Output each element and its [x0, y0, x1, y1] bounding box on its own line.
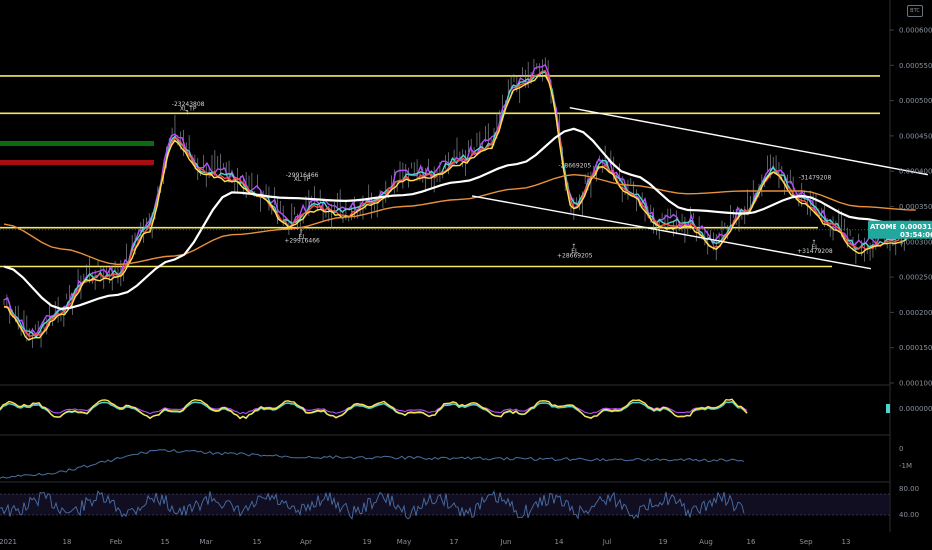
axes: 0.000600 0.000550 0.000500 0.000450 0.000400… — [0, 27, 932, 546]
signal-arrow-icon: ↑ — [185, 110, 190, 117]
x-tick-label: Mar — [199, 538, 212, 546]
x-tick-label: 16 — [747, 538, 756, 546]
x-tick-label: Jul — [602, 538, 612, 546]
signal-arrow-icon: ↑ — [299, 228, 304, 235]
ma-orange-line — [3, 173, 916, 266]
price-tag-price: 0.000317 — [900, 223, 932, 231]
x-tick-label: May — [397, 538, 411, 546]
y-tick-label: 0.000250 — [899, 274, 932, 282]
x-tick-label: 14 — [555, 538, 564, 546]
x-tick-label: 18 — [63, 538, 72, 546]
signal-arrow-icon: ↑ — [811, 239, 816, 246]
indicator-panel: 0 -1M — [0, 445, 912, 479]
price-tag-countdown: 03:54:06 — [900, 231, 932, 239]
trade-annotation: -31479208 — [799, 175, 832, 182]
y-tick-label: 0.000450 — [899, 132, 932, 140]
rsi-panel: 80.00 40.00 — [0, 485, 919, 520]
y-tick-label: 0.000150 — [899, 344, 932, 352]
x-tick-label: 17 — [450, 538, 459, 546]
signal-arrow-icon: ↑ — [571, 243, 576, 250]
trade-annotation: +29916466 — [284, 238, 320, 245]
x-tick-label: Jun — [500, 538, 512, 546]
x-tick-label: Sep — [799, 538, 813, 546]
y-tick-label: 80.00 — [899, 485, 919, 493]
trade-annotation: +31479208 — [797, 248, 833, 255]
y-tick-label: 0.000550 — [899, 62, 932, 70]
x-tick-label: 13 — [842, 538, 851, 546]
green-zone — [0, 141, 154, 146]
x-tick-label: Feb — [110, 538, 123, 546]
trade-annotation: -28669205 — [558, 163, 591, 170]
oscillator-panel: 0.000000 — [0, 398, 932, 420]
y-tick-label: 0.000600 — [899, 27, 932, 35]
y-tick-label: 40.00 — [899, 511, 919, 519]
x-tick-label: Apr — [300, 538, 312, 546]
y-tick-label: 0.000500 — [899, 97, 932, 105]
moving-average-fast — [3, 71, 916, 339]
oscillator-value-marker — [886, 404, 890, 413]
x-tick-label: Aug — [699, 538, 713, 546]
y-tick-label: 0.000200 — [899, 309, 932, 317]
y-tick-label: 0.000400 — [899, 168, 932, 176]
chart-canvas[interactable]: -23243808XL TP-29916466XL TPEL+29916466-… — [0, 0, 932, 550]
x-tick-label: 19 — [363, 538, 372, 546]
x-tick-label: 19 — [659, 538, 668, 546]
y-tick-label: 0.000100 — [899, 380, 932, 388]
x-tick-label: 15 — [253, 538, 262, 546]
red-zone — [0, 160, 154, 165]
x-tick-label: 15 — [161, 538, 170, 546]
trend-line — [569, 106, 929, 176]
trade-annotation: XL TP — [294, 176, 311, 183]
x-tick-label: 2021 — [0, 538, 17, 546]
indicator-line — [0, 448, 745, 479]
y-tick-label: 0.000000 — [899, 405, 932, 413]
moving-average-fast — [3, 74, 916, 341]
y-tick-label: 0 — [899, 445, 903, 453]
main-price-panel: -23243808XL TP-29916466XL TPEL+29916466-… — [0, 57, 932, 348]
y-tick-label: 0.000350 — [899, 203, 932, 211]
y-tick-label: -1M — [899, 462, 912, 470]
y-tick-label: 0.000300 — [899, 238, 932, 246]
trade-annotation: +28669205 — [557, 252, 593, 259]
moving-average-fast — [3, 69, 917, 337]
